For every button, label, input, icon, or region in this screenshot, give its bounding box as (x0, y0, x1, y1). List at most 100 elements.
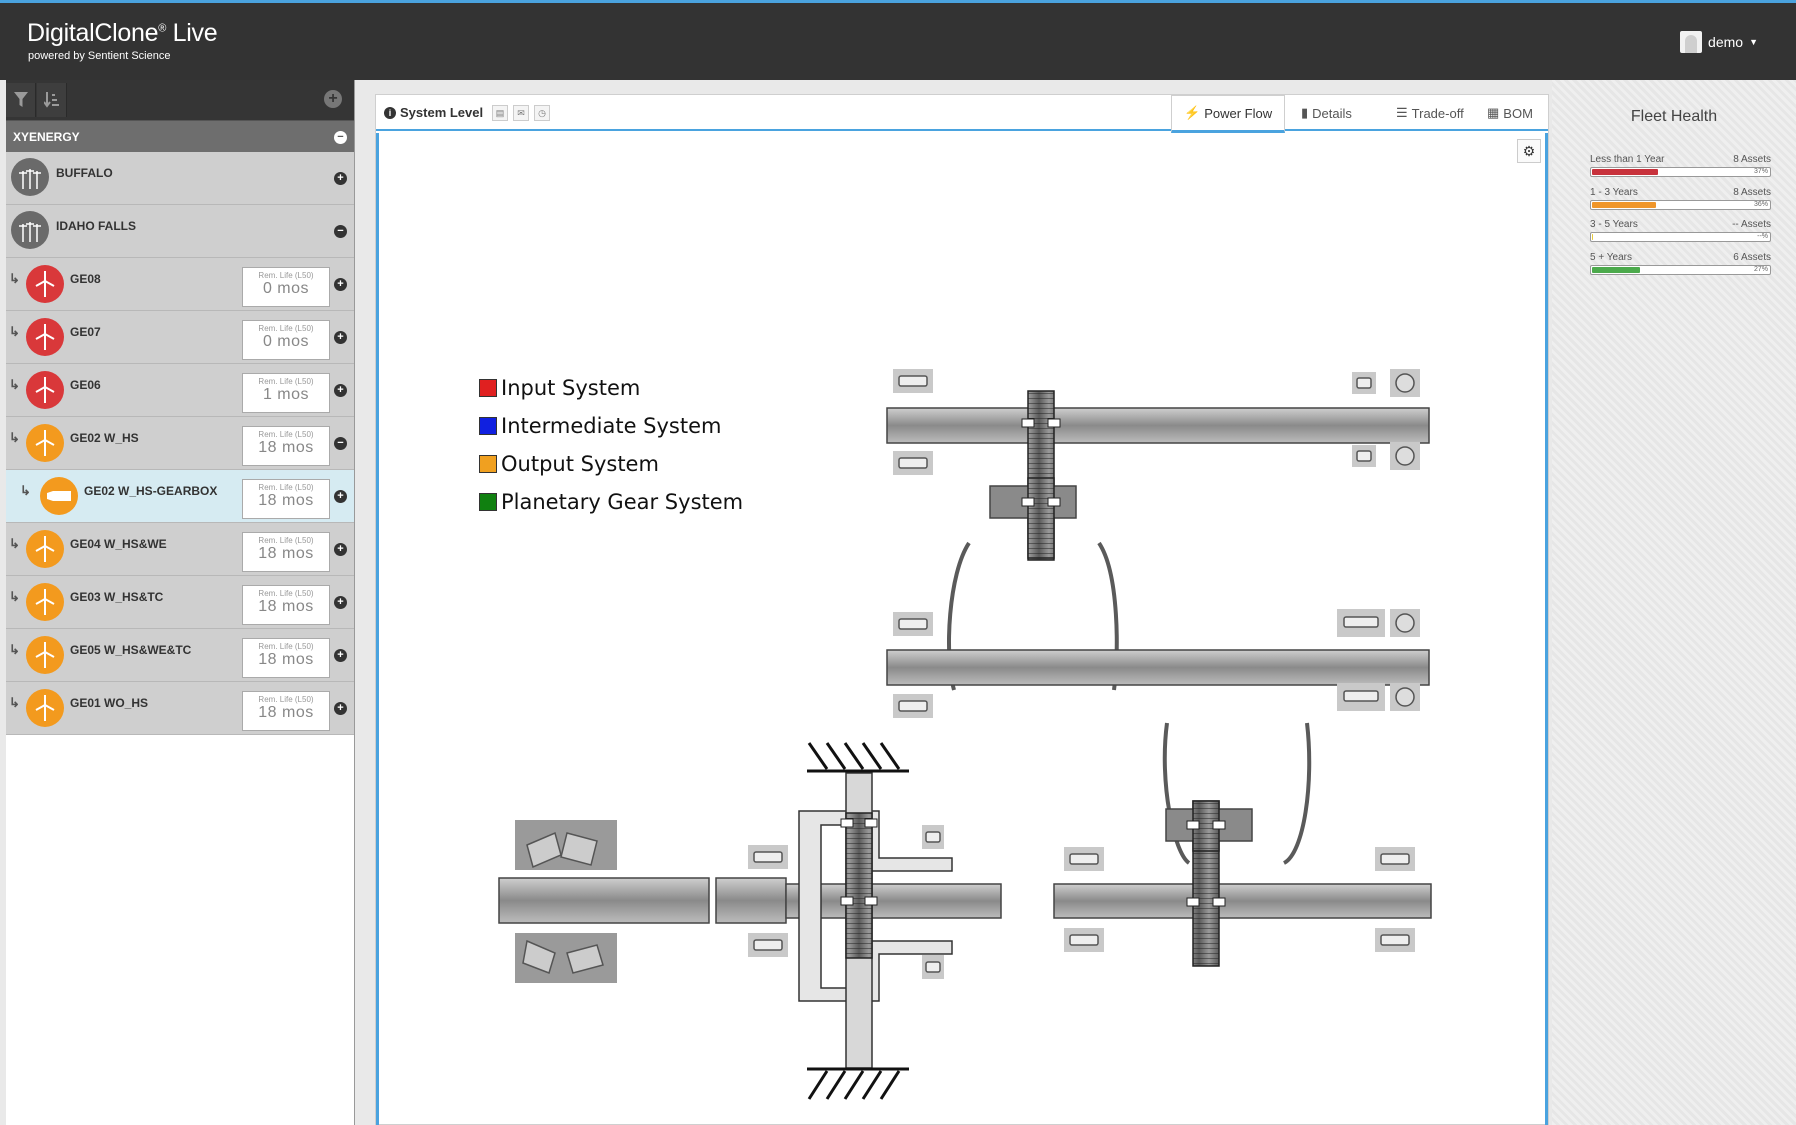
remaining-life-caption: Rem. Life (L50) (258, 483, 314, 492)
tab-details[interactable]: ▮ Details (1289, 95, 1364, 131)
fleet-health-bar: 36% (1590, 199, 1771, 210)
remaining-life-caption: Rem. Life (L50) (258, 536, 314, 545)
tab-trade-off[interactable]: ☰ Trade-off (1384, 95, 1476, 131)
print-icon[interactable]: ▤ (492, 105, 508, 121)
wind-turbine-icon (26, 371, 64, 409)
asset-row[interactable]: ↳ GE02 W_HS Rem. Life (L50) 18 mos − (6, 417, 354, 470)
remaining-life-value: 18 mos (258, 492, 314, 509)
fleet-health-item[interactable]: Less than 1 Year 8 Assets 37% (1590, 154, 1771, 177)
child-arrow-icon: ↳ (9, 589, 20, 604)
asset-name: GE02 W_HS-GEARBOX (84, 484, 218, 498)
asset-name: GE03 W_HS&TC (70, 590, 164, 604)
wind-turbine-icon (26, 689, 64, 727)
wind-farm-icon (11, 158, 49, 196)
asset-name: GE08 (70, 272, 101, 286)
sort-icon[interactable] (37, 83, 67, 117)
remaining-life-box: Rem. Life (L50) 0 mos (242, 267, 330, 307)
remaining-life-value: 18 mos (258, 598, 314, 615)
panel-title: i System Level (384, 105, 483, 120)
sidebar-toolbar: + (6, 80, 354, 120)
asset-row[interactable]: ↳ GE05 W_HS&WE&TC Rem. Life (L50) 18 mos + (6, 629, 354, 682)
fleet-health-bar: 37% (1590, 167, 1771, 177)
fleet-health-assets: -- Assets (1732, 219, 1771, 230)
top-bar: DigitalClone® Live powered by Sentient S… (0, 0, 1796, 80)
expand-icon[interactable]: + (334, 596, 347, 609)
expand-icon[interactable]: + (334, 331, 347, 344)
child-arrow-icon: ↳ (9, 430, 20, 445)
ground-symbol-bottom (807, 1067, 909, 1100)
user-avatar-icon (1680, 31, 1703, 53)
filter-icon[interactable] (6, 83, 36, 117)
asset-row[interactable]: ↳ GE04 W_HS&WE Rem. Life (L50) 18 mos + (6, 523, 354, 576)
fleet-health-percent: 27% (1753, 265, 1768, 273)
wind-turbine-icon (26, 636, 64, 674)
bolt-icon: ⚡ (1184, 105, 1201, 120)
remaining-life-value: 0 mos (262, 280, 310, 297)
asset-row[interactable]: ↳ GE07 Rem. Life (L50) 0 mos + (6, 311, 354, 364)
asset-name: GE02 W_HS (70, 431, 139, 445)
collapse-icon[interactable]: − (334, 437, 347, 450)
fleet-health-bar-fill (1592, 234, 1593, 240)
expand-icon[interactable]: + (334, 543, 347, 556)
collapse-icon[interactable]: − (334, 131, 347, 144)
fleet-health-assets: 8 Assets (1733, 154, 1771, 165)
fleet-health-bar-fill (1592, 266, 1641, 273)
site-row[interactable]: IDAHO FALLS − (6, 205, 354, 258)
bom-icon: ▦ (1487, 105, 1500, 120)
remaining-life-value: 0 mos (262, 333, 310, 350)
add-circle-icon[interactable]: + (324, 90, 342, 108)
clock-icon[interactable]: ◷ (534, 105, 550, 121)
fleet-health-item[interactable]: 5 + Years 6 Assets 27% (1590, 252, 1771, 275)
remaining-life-caption: Rem. Life (L50) (258, 271, 314, 280)
fleet-health-item[interactable]: 3 - 5 Years -- Assets --% (1590, 219, 1771, 242)
remaining-life-box: Rem. Life (L50) 18 mos (242, 479, 330, 519)
tab-bom[interactable]: ▦ BOM (1475, 95, 1545, 131)
user-menu[interactable]: demo ▼ (1680, 31, 1758, 53)
site-name: BUFFALO (56, 166, 113, 180)
tab-power-flow[interactable]: ⚡ Power Flow (1171, 95, 1286, 133)
asset-name: GE05 W_HS&WE&TC (70, 643, 192, 657)
expand-icon[interactable]: + (334, 384, 347, 397)
asset-row[interactable]: ↳ GE06 Rem. Life (L50) 1 mos + (6, 364, 354, 417)
child-arrow-icon: ↳ (20, 483, 31, 498)
expand-icon[interactable]: + (334, 172, 347, 185)
remaining-life-caption: Rem. Life (L50) (258, 695, 314, 704)
fleet-health-bar: --% (1590, 232, 1771, 242)
email-icon[interactable]: ✉ (513, 105, 529, 121)
wind-farm-icon (11, 211, 49, 249)
bar-chart-icon: ▮ (1301, 105, 1309, 120)
site-row[interactable]: BUFFALO + (6, 152, 354, 205)
site-name: IDAHO FALLS (56, 219, 136, 233)
asset-row[interactable]: ↳ GE08 Rem. Life (L50) 0 mos + (6, 258, 354, 311)
expand-icon[interactable]: + (334, 278, 347, 291)
fleet-health-label: Less than 1 Year (1590, 154, 1665, 165)
sidebar-list: BUFFALO + IDAHO FALLS − ↳ GE08 Rem. Life (L50)… (6, 152, 354, 735)
child-arrow-icon: ↳ (9, 377, 20, 392)
fleet-health-bar-fill (1592, 169, 1659, 175)
asset-row-selected[interactable]: ↳ GE02 W_HS-GEARBOX Rem. Life (L50) 18 mos + (6, 470, 354, 523)
expand-icon[interactable]: + (334, 649, 347, 662)
remaining-life-box: Rem. Life (L50) 1 mos (242, 373, 330, 413)
fleet-health-percent: 36% (1753, 200, 1768, 208)
remaining-life-value: 18 mos (258, 651, 314, 668)
fleet-health-title: Fleet Health (1630, 108, 1718, 125)
expand-icon[interactable]: + (334, 702, 347, 715)
remaining-life-box: Rem. Life (L50) 18 mos (242, 691, 330, 731)
expand-icon[interactable]: + (334, 490, 347, 503)
group-header[interactable]: XYENERGY − (6, 120, 354, 152)
asset-row[interactable]: ↳ GE01 WO_HS Rem. Life (L50) 18 mos + (6, 682, 354, 735)
asset-row[interactable]: ↳ GE03 W_HS&TC Rem. Life (L50) 18 mos + (6, 576, 354, 629)
fleet-health-label: 1 - 3 Years (1590, 186, 1638, 198)
main-panel: i System Level ▤ ✉ ◷ ⚡ Power Flow ▮ Detail… (375, 94, 1549, 1125)
output-shaft-assembly (1053, 800, 1432, 967)
app-title: DigitalClone® Live (27, 19, 218, 47)
fleet-health-item[interactable]: 1 - 3 Years 8 Assets 36% (1590, 187, 1771, 210)
middle-shaft-assembly (886, 609, 1430, 718)
collapse-icon[interactable]: − (334, 225, 347, 238)
child-arrow-icon: ↳ (9, 271, 20, 286)
child-arrow-icon: ↳ (9, 695, 20, 710)
ground-symbol-top (807, 742, 909, 773)
remaining-life-caption: Rem. Life (L50) (258, 377, 314, 386)
fleet-health-percent: --% (1757, 233, 1768, 240)
top-shaft-assembly (886, 369, 1430, 561)
